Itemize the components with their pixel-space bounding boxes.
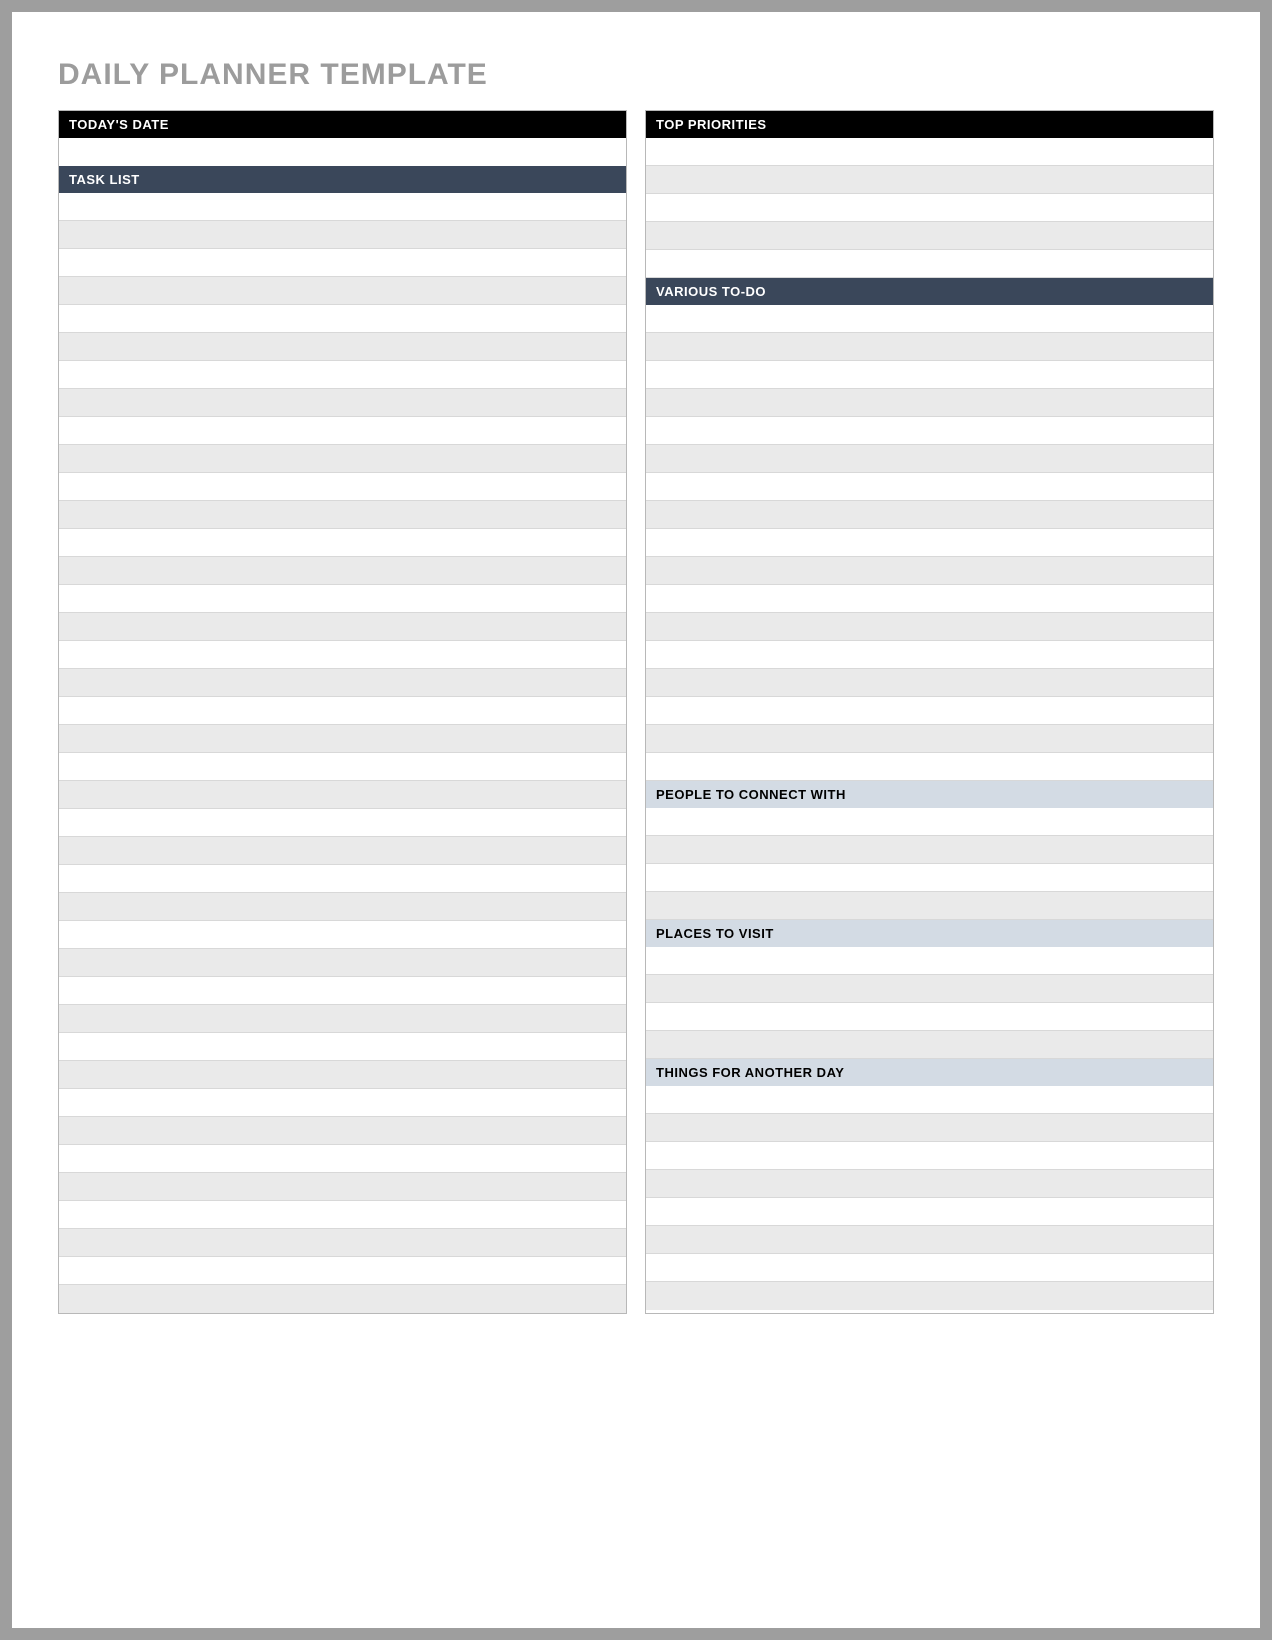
- todo-row[interactable]: [646, 585, 1213, 613]
- task-row[interactable]: [59, 361, 626, 389]
- todo-row[interactable]: [646, 305, 1213, 333]
- task-row[interactable]: [59, 697, 626, 725]
- anotherday-row[interactable]: [646, 1226, 1213, 1254]
- task-row[interactable]: [59, 1089, 626, 1117]
- task-row[interactable]: [59, 1285, 626, 1313]
- todo-row[interactable]: [646, 641, 1213, 669]
- task-row[interactable]: [59, 445, 626, 473]
- task-list-header: TASK LIST: [59, 166, 626, 193]
- task-row[interactable]: [59, 1117, 626, 1145]
- anotherday-row[interactable]: [646, 1254, 1213, 1282]
- task-row[interactable]: [59, 221, 626, 249]
- task-row[interactable]: [59, 921, 626, 949]
- todo-row[interactable]: [646, 529, 1213, 557]
- todo-row[interactable]: [646, 725, 1213, 753]
- columns-container: TODAY'S DATE TASK LIST: [58, 110, 1214, 1314]
- task-row[interactable]: [59, 585, 626, 613]
- priority-row[interactable]: [646, 138, 1213, 166]
- task-row[interactable]: [59, 1145, 626, 1173]
- task-row[interactable]: [59, 473, 626, 501]
- task-row[interactable]: [59, 333, 626, 361]
- places-row[interactable]: [646, 975, 1213, 1003]
- task-row[interactable]: [59, 949, 626, 977]
- todo-row[interactable]: [646, 333, 1213, 361]
- task-row[interactable]: [59, 865, 626, 893]
- places-row[interactable]: [646, 1003, 1213, 1031]
- todo-row[interactable]: [646, 613, 1213, 641]
- priority-row[interactable]: [646, 194, 1213, 222]
- todo-row[interactable]: [646, 473, 1213, 501]
- task-row[interactable]: [59, 1005, 626, 1033]
- people-connect-header: PEOPLE TO CONNECT WITH: [646, 781, 1213, 808]
- priority-row[interactable]: [646, 166, 1213, 194]
- task-row[interactable]: [59, 1257, 626, 1285]
- task-row[interactable]: [59, 1033, 626, 1061]
- task-row[interactable]: [59, 1061, 626, 1089]
- anotherday-row[interactable]: [646, 1282, 1213, 1310]
- people-row[interactable]: [646, 836, 1213, 864]
- people-row[interactable]: [646, 864, 1213, 892]
- priority-row[interactable]: [646, 250, 1213, 278]
- task-row[interactable]: [59, 305, 626, 333]
- task-row[interactable]: [59, 781, 626, 809]
- task-row[interactable]: [59, 641, 626, 669]
- task-row[interactable]: [59, 501, 626, 529]
- task-row[interactable]: [59, 893, 626, 921]
- todays-date-row[interactable]: [59, 138, 626, 166]
- anotherday-row[interactable]: [646, 1142, 1213, 1170]
- task-row[interactable]: [59, 389, 626, 417]
- todo-row[interactable]: [646, 445, 1213, 473]
- todo-row[interactable]: [646, 389, 1213, 417]
- anotherday-row[interactable]: [646, 1114, 1213, 1142]
- task-row[interactable]: [59, 1229, 626, 1257]
- todo-row[interactable]: [646, 753, 1213, 781]
- task-row[interactable]: [59, 669, 626, 697]
- priority-row[interactable]: [646, 222, 1213, 250]
- task-row[interactable]: [59, 249, 626, 277]
- task-row[interactable]: [59, 1201, 626, 1229]
- page-title: DAILY PLANNER TEMPLATE: [58, 58, 1214, 92]
- task-row[interactable]: [59, 417, 626, 445]
- various-todo-header: VARIOUS TO-DO: [646, 278, 1213, 305]
- places-row[interactable]: [646, 947, 1213, 975]
- task-row[interactable]: [59, 557, 626, 585]
- todo-row[interactable]: [646, 669, 1213, 697]
- places-row[interactable]: [646, 1031, 1213, 1059]
- left-column: TODAY'S DATE TASK LIST: [58, 110, 627, 1314]
- places-visit-header: PLACES TO VISIT: [646, 920, 1213, 947]
- todo-row[interactable]: [646, 361, 1213, 389]
- task-row[interactable]: [59, 809, 626, 837]
- todays-date-header: TODAY'S DATE: [59, 111, 626, 138]
- planner-page: DAILY PLANNER TEMPLATE TODAY'S DATE TASK…: [12, 12, 1260, 1628]
- task-row[interactable]: [59, 193, 626, 221]
- task-row[interactable]: [59, 837, 626, 865]
- right-column: TOP PRIORITIES VARIOUS TO-DO PEO: [645, 110, 1214, 1314]
- anotherday-row[interactable]: [646, 1198, 1213, 1226]
- task-row[interactable]: [59, 529, 626, 557]
- task-row[interactable]: [59, 977, 626, 1005]
- top-priorities-header: TOP PRIORITIES: [646, 111, 1213, 138]
- task-row[interactable]: [59, 753, 626, 781]
- task-row[interactable]: [59, 1173, 626, 1201]
- people-row[interactable]: [646, 808, 1213, 836]
- things-another-day-header: THINGS FOR ANOTHER DAY: [646, 1059, 1213, 1086]
- todo-row[interactable]: [646, 501, 1213, 529]
- todo-row[interactable]: [646, 557, 1213, 585]
- task-row[interactable]: [59, 277, 626, 305]
- anotherday-row[interactable]: [646, 1086, 1213, 1114]
- todo-row[interactable]: [646, 697, 1213, 725]
- people-row[interactable]: [646, 892, 1213, 920]
- task-row[interactable]: [59, 725, 626, 753]
- task-row[interactable]: [59, 613, 626, 641]
- todo-row[interactable]: [646, 417, 1213, 445]
- anotherday-row[interactable]: [646, 1170, 1213, 1198]
